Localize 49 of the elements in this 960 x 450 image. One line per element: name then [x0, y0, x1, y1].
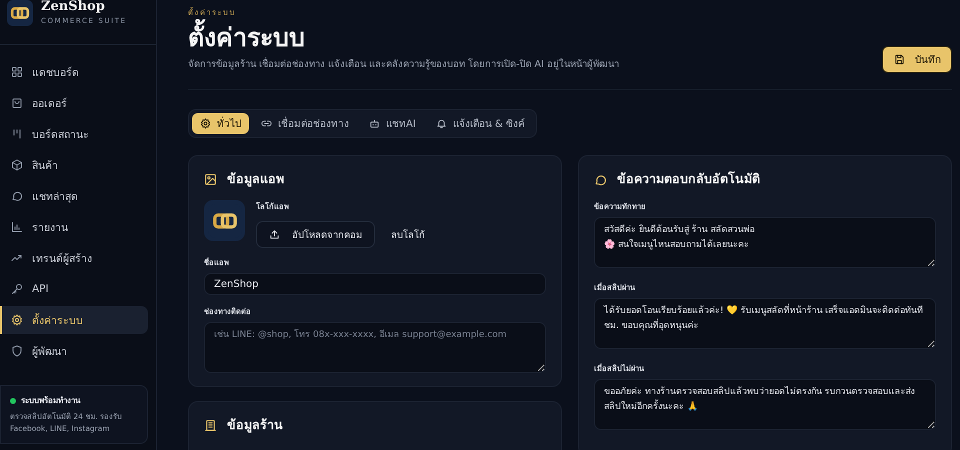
status-dot-icon — [10, 398, 16, 404]
app-name: ZenShop — [41, 0, 106, 14]
chat-icon — [594, 172, 607, 186]
status-title: ระบบพร้อมทำงาน — [21, 395, 80, 407]
tab[interactable]: เชื่อมต่อช่องทาง — [253, 113, 357, 134]
logo-icon — [7, 0, 33, 26]
sidebar-item[interactable]: ตั้งค่าระบบ — [0, 306, 148, 334]
robot-icon — [369, 118, 380, 129]
text-area[interactable]: สวัสดีค่ะ ยินดีต้อนรับสู่ ร้าน สลัดสวนพ่อ 🌸 สนใจเมนูไหนสอบถามได้เลยนะคะ — [594, 217, 936, 268]
link-icon — [261, 118, 272, 129]
text-area[interactable]: ได้รับยอดโอนเรียบร้อยแล้วค่ะ! 💛 รับเมนูสลัดที่หน้าร้าน เสร็จแอดมินจะติดต่อทันที ชม. ขอบคุณที่อุดหนุนค่ะ — [594, 298, 936, 349]
tab[interactable]: แจ้งเตือน & ซิงค์ — [428, 113, 533, 134]
tab[interactable]: แชทAI — [361, 113, 424, 134]
remove-logo-button[interactable]: ลบโลโก้ — [383, 222, 433, 247]
sidebar-item[interactable]: แดชบอร์ด — [0, 58, 148, 86]
upload-button[interactable]: อัปโหลดจากคอม — [256, 221, 375, 248]
sidebar-item[interactable]: รายงาน — [0, 213, 148, 241]
card-title: ข้อความตอบกลับอัตโนมัติ — [617, 170, 760, 188]
sidebar-item[interactable]: API — [0, 275, 148, 303]
settings-icon — [11, 314, 23, 326]
bar-chart-icon — [11, 221, 23, 233]
sidebar-item[interactable]: บอร์ดสถานะ — [0, 120, 148, 148]
key-icon — [11, 283, 23, 295]
sidebar-item[interactable]: เทรนด์ผู้สร้าง — [0, 244, 148, 272]
page-subtitle: จัดการข้อมูลร้าน เชื่อมต่อช่องทาง แจ้งเตือน และคลังความรู้ของบอท โดยการเปิด-ปิด AI อยู่ในหน้าผู้พัฒนา — [188, 56, 619, 71]
box-icon — [11, 159, 23, 171]
save-button[interactable]: บันทึก — [882, 46, 952, 73]
sidebar-item[interactable]: สินค้า — [0, 151, 148, 179]
input-field[interactable]: ZenShop — [204, 273, 546, 295]
tab[interactable]: ทั่วไป — [192, 113, 249, 134]
building-icon — [204, 418, 217, 432]
text-area[interactable]: เช่น LINE: @shop, โทร 08x-xxx-xxxx, อีเมล support@example.com — [204, 322, 546, 373]
sidebar-item[interactable]: แชทล่าสุด — [0, 182, 148, 210]
text-area[interactable]: ขออภัยค่ะ ทางร้านตรวจสอบสลิปแล้วพบว่ายอดไม่ตรงกัน รบกวนตรวจสอบและส่งสลิปใหม่อีกครั้งนะคะ 🙏 — [594, 379, 936, 430]
sidebar-item[interactable]: ออเดอร์ — [0, 89, 148, 117]
image-icon — [204, 172, 217, 186]
save-icon — [894, 54, 905, 65]
bell-icon — [436, 118, 447, 129]
columns-icon — [11, 128, 23, 140]
upload-icon — [269, 229, 280, 240]
settings-icon — [200, 118, 211, 129]
sidebar-item[interactable]: ผู้พัฒนา — [0, 337, 148, 365]
shield-icon — [11, 345, 23, 357]
card-title: ข้อมูลแอพ — [227, 170, 284, 189]
chat-icon — [11, 190, 23, 202]
shopping-bag-icon — [11, 97, 23, 109]
trend-line-icon — [11, 252, 23, 264]
card-title: ข้อมูลร้าน — [227, 416, 283, 435]
grid-icon — [11, 66, 23, 78]
